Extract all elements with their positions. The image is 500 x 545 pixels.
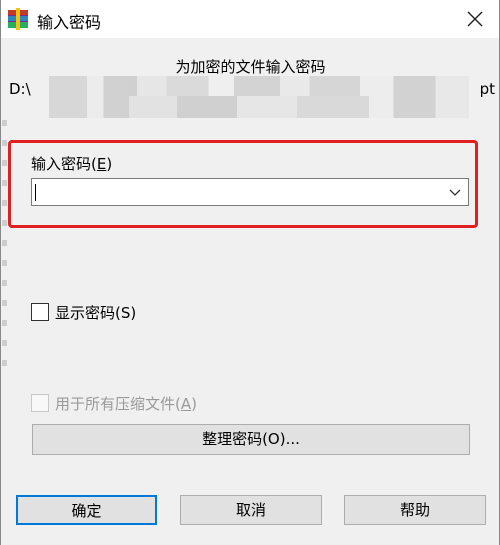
background-window-edge <box>2 120 7 370</box>
title-bar: 输入密码 <box>1 0 500 38</box>
use-for-all-label: 用于所有压缩文件(A) <box>55 395 197 413</box>
close-icon[interactable] <box>464 8 486 30</box>
ok-button[interactable]: 确定 <box>16 495 157 525</box>
help-button[interactable]: 帮助 <box>344 495 486 525</box>
use-for-all-checkbox <box>31 394 49 412</box>
redacted-path <box>49 76 469 118</box>
password-group: 输入密码(E) <box>21 150 479 230</box>
password-label: 输入密码(E) <box>31 155 113 173</box>
organize-passwords-button[interactable]: 整理密码(O)... <box>32 424 470 455</box>
prompt-text: 为加密的文件输入密码 <box>175 58 326 76</box>
cancel-button[interactable]: 取消 <box>180 495 322 525</box>
winrar-icon <box>7 8 29 30</box>
path-suffix: pt <box>479 80 495 98</box>
text-caret <box>35 184 36 201</box>
chevron-down-icon[interactable] <box>448 185 462 199</box>
password-input[interactable] <box>31 178 469 206</box>
show-password-checkbox[interactable] <box>31 303 49 321</box>
password-dialog: 输入密码 为加密的文件输入密码 D:\ pt 输入密码(E) 显示密码(S) 用… <box>0 0 500 545</box>
window-title: 输入密码 <box>37 13 102 32</box>
show-password-label[interactable]: 显示密码(S) <box>55 302 136 323</box>
path-prefix: D:\ <box>9 80 31 98</box>
archive-path: D:\ pt <box>9 76 497 118</box>
